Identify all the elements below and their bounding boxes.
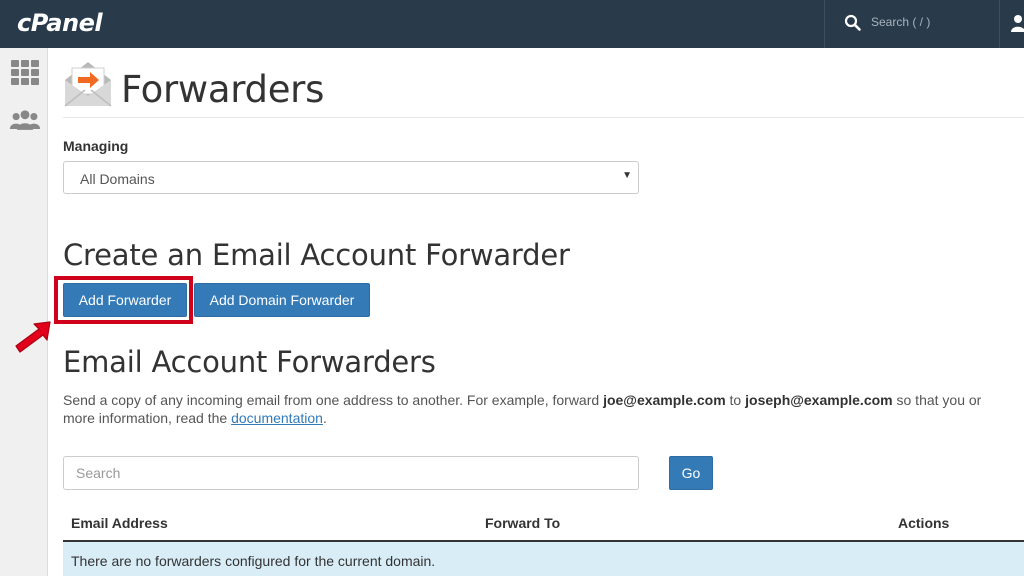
topbar-search[interactable]: Search ( / ) bbox=[824, 0, 1000, 48]
add-forwarder-button[interactable]: Add Forwarder bbox=[63, 283, 187, 317]
desc-example-email: joe@example.com bbox=[603, 392, 726, 408]
create-forwarder-heading: Create an Email Account Forwarder bbox=[63, 238, 570, 272]
page-header: Forwarders bbox=[63, 60, 1024, 118]
grid-icon[interactable] bbox=[9, 58, 41, 88]
desc-text: so that you or bbox=[892, 392, 982, 408]
desc-text: . bbox=[322, 410, 327, 426]
forwarders-table: Email Address Forward To Actions There a… bbox=[63, 506, 1024, 576]
forwarder-search-field[interactable] bbox=[63, 456, 639, 490]
main-content: Forwarders Managing All Domains ▼ Create… bbox=[49, 48, 1024, 576]
users-icon[interactable] bbox=[9, 106, 41, 136]
table-header: Email Address Forward To Actions bbox=[63, 506, 1024, 542]
arrow-icon bbox=[15, 321, 51, 353]
search-icon bbox=[844, 14, 861, 31]
forwarders-description: Send a copy of any incoming email from o… bbox=[63, 391, 1024, 427]
user-icon[interactable] bbox=[1010, 14, 1024, 32]
managing-domain-select[interactable]: All Domains ▼ bbox=[63, 161, 639, 194]
empty-table-message: There are no forwarders configured for t… bbox=[71, 553, 436, 569]
topbar-search-placeholder: Search ( / ) bbox=[871, 15, 931, 29]
table-row: There are no forwarders configured for t… bbox=[63, 542, 1024, 576]
documentation-link[interactable]: documentation bbox=[231, 410, 323, 426]
desc-text: more information, read the bbox=[63, 410, 232, 426]
column-forward-to[interactable]: Forward To bbox=[485, 515, 560, 531]
caret-down-icon: ▼ bbox=[622, 170, 632, 181]
column-actions: Actions bbox=[898, 515, 950, 531]
left-sidebar bbox=[0, 48, 48, 576]
desc-text: Send a copy of any incoming email from o… bbox=[63, 392, 604, 408]
managing-selected-value: All Domains bbox=[80, 171, 155, 187]
managing-label: Managing bbox=[63, 138, 129, 154]
forwarders-list-heading: Email Account Forwarders bbox=[63, 345, 436, 379]
forwarder-search-input[interactable] bbox=[64, 457, 638, 489]
page-title: Forwarders bbox=[121, 68, 325, 111]
desc-text: to bbox=[725, 392, 746, 408]
add-domain-forwarder-button[interactable]: Add Domain Forwarder bbox=[194, 283, 370, 317]
column-email-address[interactable]: Email Address bbox=[71, 515, 168, 531]
cpanel-logo[interactable]: cPanel bbox=[17, 6, 103, 40]
go-button[interactable]: Go bbox=[669, 456, 713, 490]
desc-example-email: joseph@example.com bbox=[745, 392, 893, 408]
forwarder-envelope-icon bbox=[64, 62, 112, 107]
top-bar: cPanel Search ( / ) bbox=[0, 0, 1024, 48]
